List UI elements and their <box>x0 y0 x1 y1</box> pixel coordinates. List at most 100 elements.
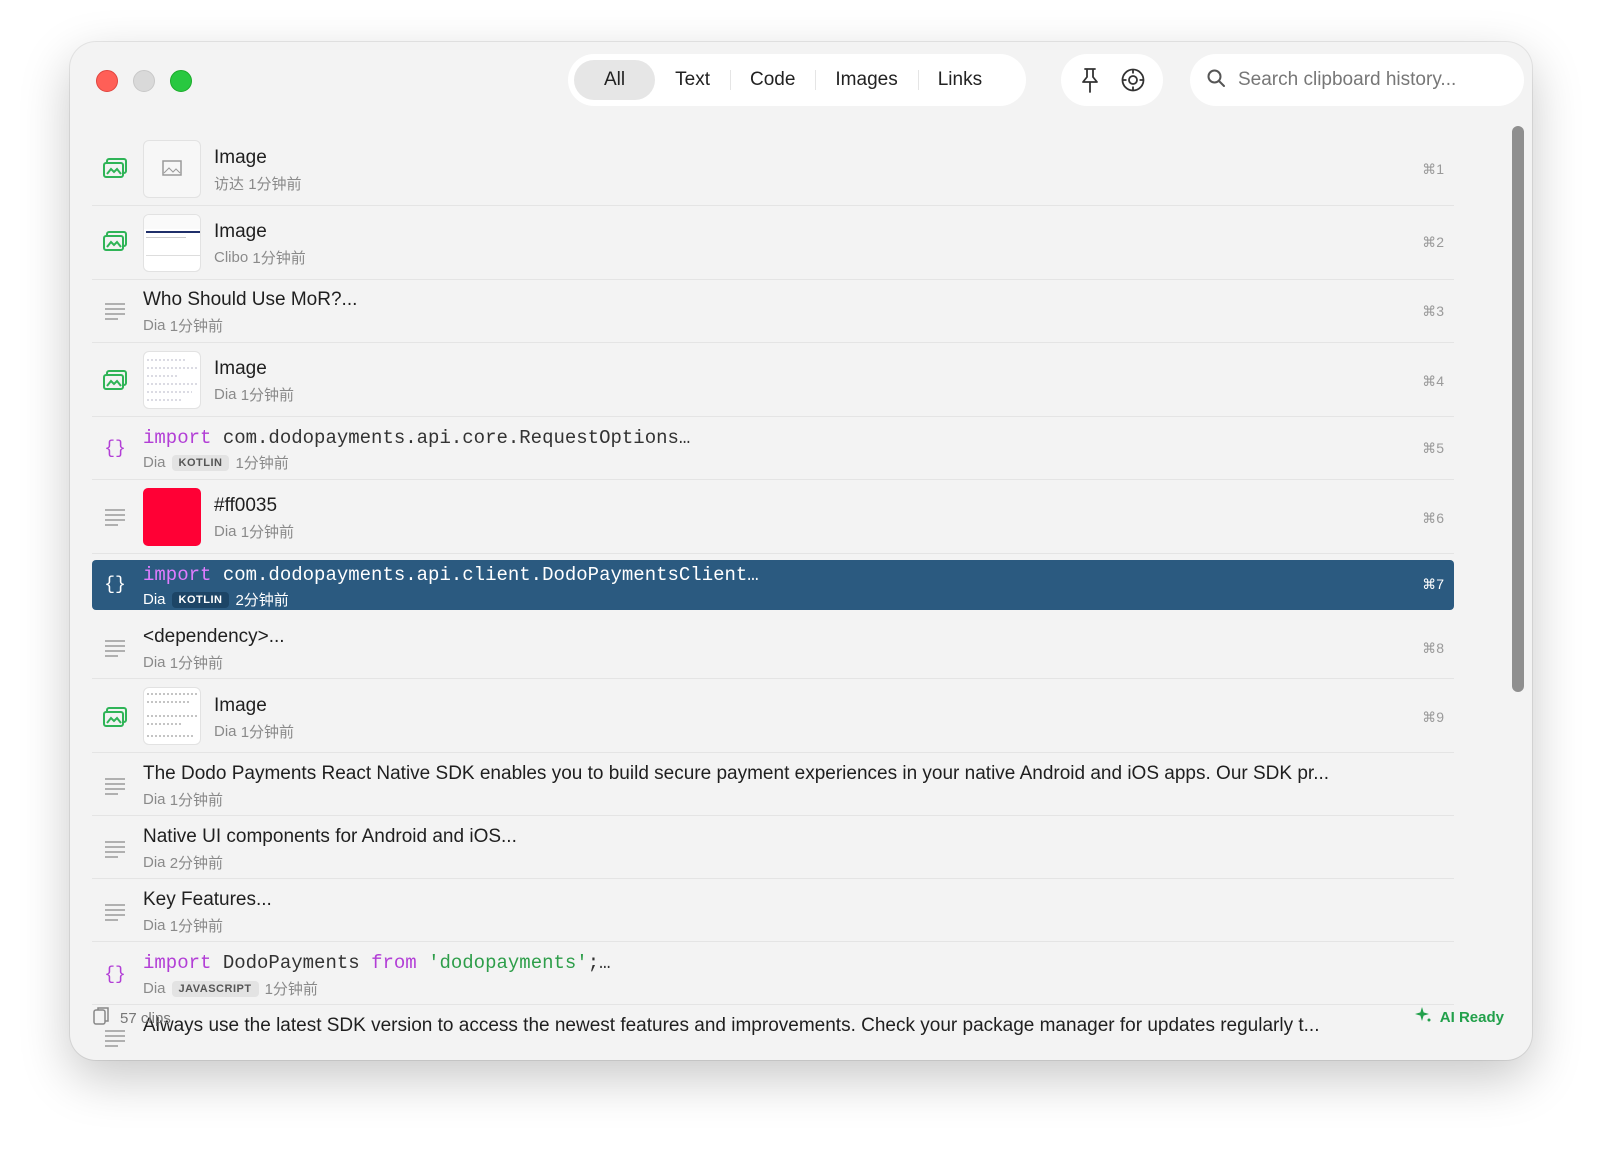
item-meta: Dia 1分钟前 <box>214 721 294 742</box>
item-time: 1分钟前 <box>235 455 289 472</box>
language-badge: JAVASCRIPT <box>171 980 259 997</box>
search-box <box>1190 54 1524 106</box>
list-item[interactable]: Native UI components for Android and iOS… <box>92 816 1454 879</box>
tab-text[interactable]: Text <box>655 60 730 100</box>
item-meta: Dia JAVASCRIPT 1分钟前 <box>143 978 318 999</box>
item-title: Image <box>214 221 267 242</box>
clipboard-icon <box>92 1006 110 1030</box>
text-lines-icon <box>102 635 128 661</box>
text-lines-icon <box>102 899 128 925</box>
item-title: Who Should Use MoR?... <box>143 289 358 310</box>
code-keyword: import <box>143 427 212 449</box>
item-title: Key Features... <box>143 889 272 910</box>
list-item[interactable]: Image 访达 1分钟前 ⌘1 <box>92 138 1454 206</box>
code-string: 'dodopayments' <box>416 952 588 974</box>
item-time: 1分钟前 <box>169 318 224 335</box>
image-type-icon <box>102 228 128 254</box>
list-item[interactable]: <dependency>... Dia 1分钟前 ⌘8 <box>92 616 1454 679</box>
item-time: 1分钟前 <box>169 655 224 672</box>
item-source: Dia <box>214 386 237 403</box>
item-title: The Dodo Payments React Native SDK enabl… <box>143 763 1330 784</box>
code-keyword: import <box>143 564 212 586</box>
text-lines-icon <box>102 773 128 799</box>
list-item[interactable]: Image Dia 1分钟前 ⌘4 <box>92 343 1454 417</box>
item-code-snippet: import com.dodopayments.api.client.DodoP… <box>143 564 759 586</box>
list-item[interactable]: Image Clibo 1分钟前 ⌘2 <box>92 206 1454 280</box>
code-braces-icon: {} <box>104 439 126 459</box>
item-meta: Dia KOTLIN 2分钟前 <box>143 589 289 610</box>
item-shortcut: ⌘7 <box>1422 576 1444 592</box>
item-code-snippet: import com.dodopayments.api.core.Request… <box>143 427 690 449</box>
item-time: 2分钟前 <box>235 592 289 609</box>
item-meta: Dia 1分钟前 <box>143 315 223 336</box>
item-time: 1分钟前 <box>169 918 224 935</box>
tab-all[interactable]: All <box>574 60 656 100</box>
item-meta: Dia 1分钟前 <box>143 652 223 673</box>
list-item[interactable]: Image Dia 1分钟前 ⌘9 <box>92 679 1454 753</box>
list-item[interactable]: #ff0035 Dia 1分钟前 ⌘6 <box>92 480 1454 554</box>
clip-count: 57 clips <box>120 1009 171 1027</box>
list-item-selected[interactable]: {} import com.dodopayments.api.client.Do… <box>92 560 1454 610</box>
item-meta: Dia 1分钟前 <box>214 384 294 405</box>
item-time: 1分钟前 <box>252 250 306 267</box>
text-lines-icon <box>102 298 128 324</box>
item-source: Dia <box>143 791 166 808</box>
clip-count-status: 57 clips <box>92 1006 171 1030</box>
item-meta: Dia 1分钟前 <box>143 789 223 810</box>
list-item[interactable]: The Dodo Payments React Native SDK enabl… <box>92 753 1454 816</box>
minimize-window-button[interactable] <box>133 70 155 92</box>
item-shortcut: ⌘9 <box>1422 709 1444 725</box>
maximize-window-button[interactable] <box>170 70 192 92</box>
clipboard-window: All Text Code Images Links Search clipbo… <box>70 42 1532 1060</box>
item-title: Image <box>214 358 267 379</box>
item-source: Clibo <box>214 249 249 266</box>
code-text: ;… <box>587 952 611 974</box>
code-braces-icon: {} <box>104 575 126 595</box>
code-text: com.dodopayments.api.client.DodoPayments… <box>211 564 759 586</box>
item-title: Always use the latest SDK version to acc… <box>143 1015 1320 1036</box>
item-shortcut: ⌘3 <box>1422 303 1444 319</box>
search-input[interactable] <box>1236 68 1510 92</box>
color-swatch <box>143 488 201 546</box>
close-window-button[interactable] <box>96 70 118 92</box>
item-time: 1分钟前 <box>240 724 295 741</box>
item-time: 2分钟前 <box>169 855 224 872</box>
code-keyword: import <box>143 952 212 974</box>
scrollbar-thumb[interactable] <box>1512 126 1524 692</box>
window-controls <box>96 70 192 92</box>
item-source: Dia <box>143 317 166 334</box>
item-source: 访达 <box>214 176 245 193</box>
item-source: Dia <box>143 454 166 471</box>
language-badge: KOTLIN <box>171 591 230 608</box>
item-meta: Dia KOTLIN 1分钟前 <box>143 452 289 473</box>
item-code-snippet: import DodoPayments from 'dodopayments';… <box>143 952 611 974</box>
filter-tabs: All Text Code Images Links <box>568 54 1026 106</box>
settings-icon[interactable] <box>1119 66 1147 94</box>
list-item[interactable]: Key Features... Dia 1分钟前 <box>92 879 1454 942</box>
item-meta: Clibo 1分钟前 <box>214 247 306 268</box>
tab-code[interactable]: Code <box>729 60 815 100</box>
item-meta: Dia 1分钟前 <box>143 915 223 936</box>
tab-links[interactable]: Links <box>917 60 1002 100</box>
item-time: 1分钟前 <box>248 176 302 193</box>
item-shortcut: ⌘2 <box>1422 234 1444 250</box>
image-thumbnail <box>143 214 201 272</box>
toolbar-icons <box>1061 54 1163 106</box>
list-item[interactable]: {} import com.dodopayments.api.core.Requ… <box>92 417 1454 480</box>
item-time: 1分钟前 <box>264 981 318 998</box>
text-lines-icon <box>102 836 128 862</box>
ai-status: AI Ready <box>1414 1006 1504 1028</box>
list-item[interactable]: Who Should Use MoR?... Dia 1分钟前 ⌘3 <box>92 280 1454 343</box>
pin-icon[interactable] <box>1077 66 1103 94</box>
item-source: Dia <box>143 854 166 871</box>
code-keyword: from <box>371 952 417 974</box>
tab-images[interactable]: Images <box>815 60 917 100</box>
list-item[interactable]: Always use the latest SDK version to acc… <box>92 1005 1454 1060</box>
image-thumbnail <box>143 140 201 198</box>
item-source: Dia <box>214 523 237 540</box>
item-title: Image <box>214 147 267 168</box>
item-shortcut: ⌘5 <box>1422 440 1444 456</box>
list-item[interactable]: {} import DodoPayments from 'dodopayment… <box>92 942 1454 1005</box>
item-shortcut: ⌘4 <box>1422 373 1444 389</box>
item-source: Dia <box>143 654 166 671</box>
